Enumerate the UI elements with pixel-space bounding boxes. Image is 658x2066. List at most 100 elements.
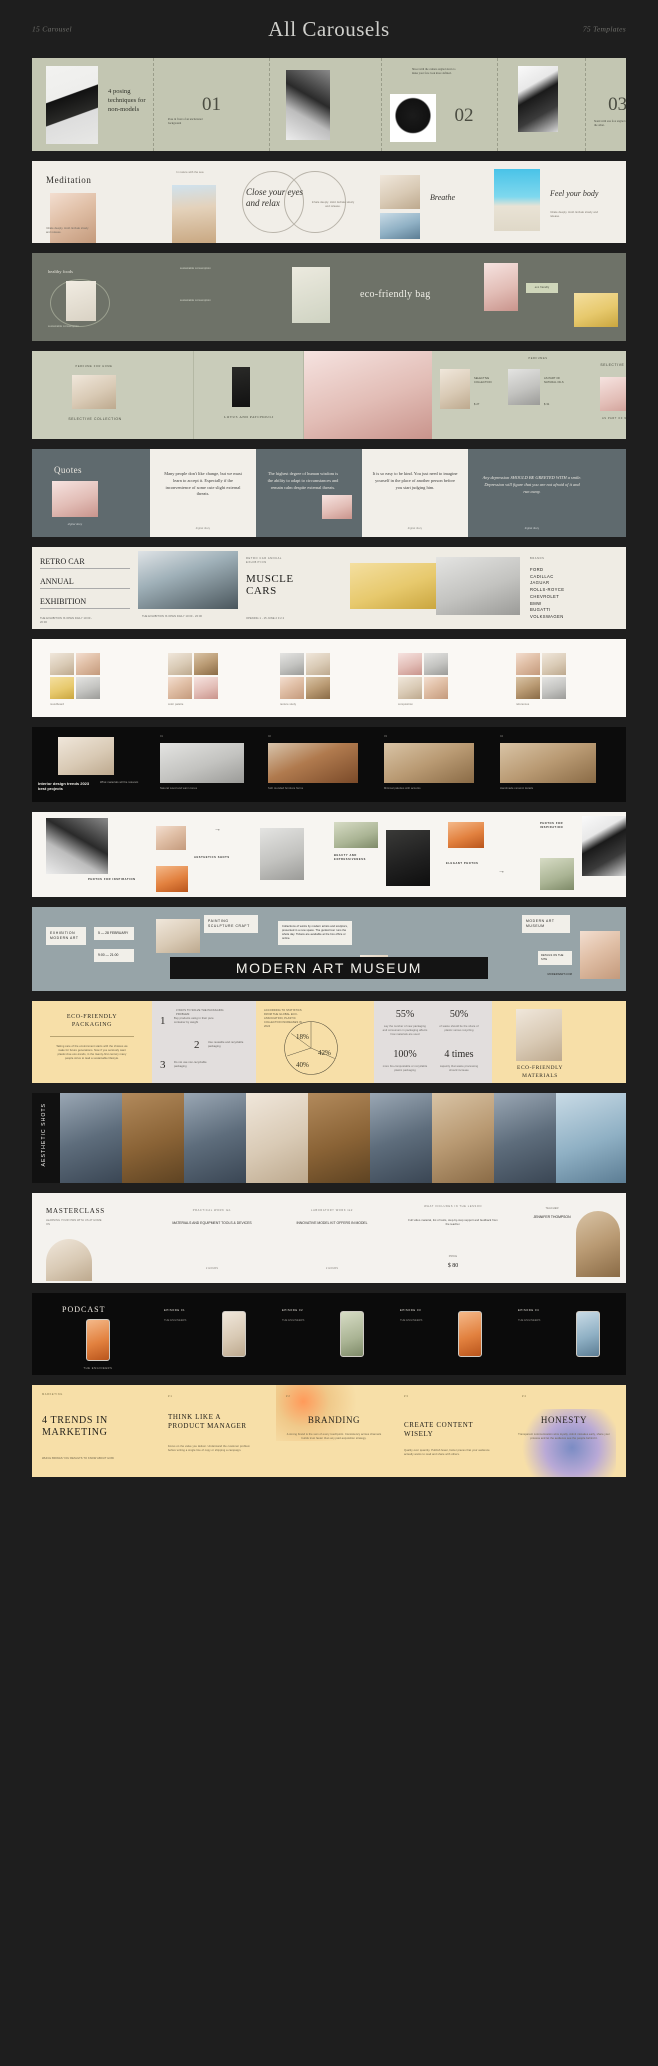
slide[interactable]: moodboard (32, 639, 150, 717)
slide[interactable]: It is so easy to be kind. You just need … (362, 449, 468, 537)
slide[interactable]: 55% say the number of new packaging and … (374, 1001, 492, 1083)
slide[interactable]: 01 Natural wood and warm tones (154, 727, 262, 802)
slide[interactable]: Interior design trends 2023 best project… (32, 727, 154, 802)
slide[interactable]: EPISODE 02 THE ENGINEERS (276, 1293, 394, 1375)
slide[interactable] (566, 253, 626, 341)
slide[interactable]: # 3 CREATE CONTENT WISELY Quality over q… (394, 1385, 512, 1477)
slide[interactable]: ACCORDING TO STATISTICS FROM THE GLOBAL … (256, 1001, 374, 1083)
slide[interactable]: eco-friendly bag (350, 253, 470, 341)
slide[interactable]: Breathe (376, 161, 488, 243)
carousel-aesthetic-shots[interactable]: AESTHETIC SHOTS (32, 1093, 626, 1183)
slide[interactable] (276, 253, 350, 341)
slide[interactable]: ELEGANT PHOTOS → (440, 812, 536, 897)
slide[interactable] (246, 812, 330, 897)
slide[interactable]: AESTHETICS SHOTS → (150, 812, 246, 897)
carousel-retro-car[interactable]: RETRO CAR ANNUAL EXHIBITION THE EXHIBITI… (32, 547, 626, 629)
slide[interactable] (270, 58, 382, 151)
slide[interactable]: color palette (150, 639, 262, 717)
slide[interactable]: In nature with the sea (152, 161, 236, 243)
slide-note: AS PART OF NATURAL OILS (544, 377, 564, 384)
cta-button[interactable]: DETAILS ON THE SITE (538, 951, 572, 965)
slide[interactable]: ECO-FRIENDLY PACKAGING Taking care of th… (32, 1001, 152, 1083)
carousel-meditation[interactable]: Meditation Inhale deeply. Hold. Exhale s… (32, 161, 626, 243)
slide[interactable] (308, 1093, 370, 1183)
slide[interactable] (246, 1093, 308, 1183)
slide[interactable]: Shoot with the camera angled down to mak… (382, 58, 498, 151)
carousel-quotes[interactable]: Quotes digital diary Many people don't l… (32, 449, 626, 537)
slide[interactable]: PRACTICAL WORK №1 MATERIALS AND EQUIPMEN… (150, 1193, 274, 1283)
slide[interactable]: # 2 BRANDING A strong brand is the sum o… (276, 1385, 394, 1477)
slide[interactable]: MASTERCLASS LEARNING YOUR OWN WITH US AT… (32, 1193, 150, 1283)
slide[interactable]: EPISODE 01 THE ENGINEERS (158, 1293, 276, 1375)
slide[interactable] (184, 1093, 246, 1183)
carousel-eco-packaging[interactable]: ECO-FRIENDLY PACKAGING Taking care of th… (32, 1001, 626, 1083)
slide[interactable]: THE EXHIBITION IS OPEN DAILY 10:00 - 20:… (138, 547, 238, 629)
slide[interactable]: EPISODE 04 THE ENGINEERS (512, 1293, 626, 1375)
slide[interactable]: BRANDS FORD CADILLAC JAGUAR ROLLS-ROYCE … (520, 547, 626, 629)
slide[interactable]: Any depression SHOULD BE GREETED WITH a … (468, 449, 626, 537)
slide[interactable]: LABORATORY WORK №2 INNOVATIVE MODEL KIT … (274, 1193, 392, 1283)
slide[interactable]: RETRO CAR ANNUAL EXHIBITION THE EXHIBITI… (32, 547, 138, 629)
slide[interactable]: PODCAST THE ENGINEERS (32, 1293, 158, 1375)
carousel-masterclass[interactable]: MASTERCLASS LEARNING YOUR OWN WITH US AT… (32, 1193, 626, 1283)
slide[interactable]: 03 Minimal palettes with accents (378, 727, 494, 802)
slide[interactable]: WHAT INCLUDES IN THE LESSON Full video m… (392, 1193, 518, 1283)
carousel-perfumes[interactable]: PERFUME FOR HOME SELECTIVE COLLECTION LO… (32, 351, 626, 439)
slide[interactable]: eco friendly (470, 253, 566, 341)
slide[interactable]: # 1 THINK LIKE A PRODUCT MANAGER Focus o… (158, 1385, 276, 1477)
slide[interactable]: AESTHETIC SHOTS (32, 1093, 60, 1183)
slide[interactable]: BEAUTY AND EXPRESSIVENESS (330, 812, 440, 897)
slide[interactable]: RETRO CAR ANNUAL EXHIBITION MUSCLE CARS … (238, 547, 350, 629)
slide[interactable]: 03 Stand with one foot angled away from … (586, 58, 626, 151)
slide-photo (540, 858, 574, 890)
slide[interactable]: composition (380, 639, 494, 717)
slide[interactable]: PHOTOS FOR INSPIRATION (32, 812, 150, 897)
slide[interactable]: 01 Pose in front of an uncluttered backg… (154, 58, 270, 151)
slide[interactable]: references (494, 639, 626, 717)
slide[interactable] (556, 1093, 626, 1183)
slide[interactable] (436, 547, 520, 629)
slide[interactable]: SELECTIVE COLLECTION $ 27 (432, 351, 502, 439)
carousel-marketing-trends[interactable]: MARKETING 4 TRENDS IN MARKETING WHICH BR… (32, 1385, 626, 1477)
carousel-photos-inspiration[interactable]: PHOTOS FOR INSPIRATION AESTHETICS SHOTS … (32, 812, 626, 897)
slide[interactable]: MARKETING 4 TRENDS IN MARKETING WHICH BR… (32, 1385, 158, 1477)
slide[interactable]: Meditation Inhale deeply. Hold. Exhale s… (32, 161, 152, 243)
carousel-modern-art-museum[interactable]: EXHIBITION MODERN ART 5 — 28 FEBRUARY 9:… (32, 907, 626, 991)
slide[interactable] (122, 1093, 184, 1183)
slide[interactable] (498, 58, 586, 151)
slide-number: 03 (608, 93, 626, 115)
slide[interactable]: sustainable consumption sustainable cons… (172, 253, 276, 341)
slide[interactable]: 02 Soft rounded furniture forms (262, 727, 378, 802)
slide[interactable]: LOTUS AND PATCHOULI (194, 351, 304, 439)
slide[interactable]: # 4 HONESTY Transparent communication wi… (512, 1385, 626, 1477)
slide[interactable]: Many people don't like change, but we mu… (150, 449, 256, 537)
slide[interactable]: 4 posing techniques for non-models (32, 58, 154, 151)
slide[interactable]: texture study (262, 639, 380, 717)
slide[interactable]: PERFUMES AS PART OF NATURAL OILS $ 31 (502, 351, 574, 439)
slide[interactable]: Close your eyes and relax Inhale deeply.… (236, 161, 376, 243)
carousel-interior-design[interactable]: Interior design trends 2023 best project… (32, 727, 626, 802)
slide[interactable] (60, 1093, 122, 1183)
slide[interactable]: healthy foods sustainable consumption (32, 253, 172, 341)
slide[interactable] (370, 1093, 432, 1183)
slide[interactable]: The highest degree of human wisdom is th… (256, 449, 362, 537)
carousel-posing-techniques[interactable]: 4 posing techniques for non-models 01 Po… (32, 58, 626, 151)
slide[interactable]: EPISODE 03 THE ENGINEERS (394, 1293, 512, 1375)
slide[interactable]: PHOTOS FOR INSPIRATION (536, 812, 626, 897)
slide[interactable] (432, 1093, 494, 1183)
slide[interactable] (494, 1093, 556, 1183)
slide[interactable]: SELECTIVE COLLECTION AS PART OF NATURAL … (574, 351, 626, 439)
slide[interactable]: 3 WAYS TO SOLVE THE PACKAGING PROBLEM 1 … (152, 1001, 256, 1083)
slide[interactable]: PERFUME FOR HOME SELECTIVE COLLECTION (32, 351, 194, 439)
slide[interactable]: TEACHER JENNIFER THOMPSON (518, 1193, 626, 1283)
slide[interactable] (304, 351, 432, 439)
slide[interactable]: Feel your body Inhale deeply. Hold. Exha… (488, 161, 626, 243)
slide[interactable] (350, 547, 436, 629)
slide[interactable]: EXHIBITION MODERN ART 5 — 28 FEBRUARY 9:… (32, 907, 150, 991)
carousel-eco-friendly-bag[interactable]: healthy foods sustainable consumption su… (32, 253, 626, 341)
slide[interactable]: ECO-FRIENDLY MATERIALS (492, 1001, 626, 1083)
slide[interactable]: Quotes digital diary (32, 449, 150, 537)
carousel-mood-grids[interactable]: moodboard color palette texture study co… (32, 639, 626, 717)
slide[interactable]: 04 Handmade ceramic details (494, 727, 626, 802)
carousel-podcast[interactable]: PODCAST THE ENGINEERS EPISODE 01 THE ENG… (32, 1293, 626, 1375)
